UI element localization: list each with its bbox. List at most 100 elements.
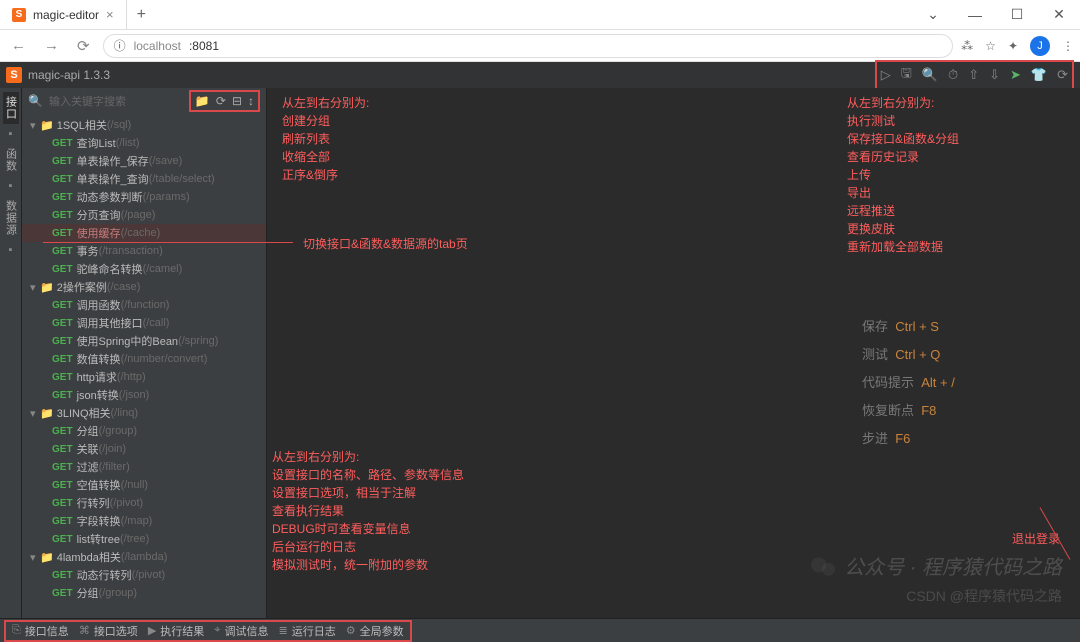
- bottom-tab[interactable]: ≣运行日志: [278, 623, 335, 639]
- back-button[interactable]: ←: [6, 37, 31, 54]
- refresh-icon[interactable]: ⟳: [216, 94, 226, 108]
- ide-titlebar: S magic-api 1.3.3 ▷ 🖫 🔍 ⏱ ⇧ ⇩ ➤ 👕 ⟳: [0, 62, 1080, 88]
- bottom-bar: ⎘接口信息 ⌘接口选项 ▶执行结果 ⌖调试信息 ≣运行日志 ⚙全局参数: [0, 618, 1080, 642]
- tab-icon: ≣: [278, 624, 287, 637]
- browser-titlebar: S magic-editor × + ⌄ — ☐ ✕: [0, 0, 1080, 30]
- tree-item[interactable]: GET事务(/transaction): [22, 242, 266, 260]
- push-icon[interactable]: ➤: [1010, 67, 1021, 83]
- tree-item[interactable]: GET关联(/join): [22, 440, 266, 458]
- tree-toolbar: 📁 ⟳ ⊟ ↕: [189, 90, 260, 112]
- extensions-icon[interactable]: ✦: [1008, 39, 1018, 53]
- tab-icon: ⌖: [214, 624, 220, 637]
- wechat-icon: [810, 555, 836, 577]
- search-input[interactable]: 输入关键字搜索: [49, 93, 183, 109]
- tree-item[interactable]: GET调用其他接口(/call): [22, 314, 266, 332]
- download-icon[interactable]: ⇩: [989, 67, 1000, 83]
- tree-item[interactable]: GET数值转换(/number/convert): [22, 350, 266, 368]
- annotation: 从左到右分别为: 创建分组刷新列表收缩全部正序&倒序: [282, 94, 369, 184]
- ide-root: S magic-api 1.3.3 ▷ 🖫 🔍 ⏱ ⇧ ⇩ ➤ 👕 ⟳ 接口 ▪ 函…: [0, 62, 1080, 642]
- tree-item[interactable]: GET查询List(/list): [22, 134, 266, 152]
- new-tab-button[interactable]: +: [127, 6, 156, 24]
- annotation: 从左到右分别为: 执行测试保存接口&函数&分组查看历史记录上传导出远程推送更换皮…: [847, 94, 959, 256]
- tab-icon: ⎘: [12, 624, 21, 637]
- bottom-tab[interactable]: ⌖调试信息: [214, 623, 268, 639]
- bottom-tab[interactable]: ⎘接口信息: [12, 623, 69, 639]
- tree-item[interactable]: GET空值转换(/null): [22, 476, 266, 494]
- history-icon[interactable]: ⏱: [948, 67, 958, 83]
- tree-item[interactable]: GET动态行转列(/pivot): [22, 566, 266, 584]
- browser-tab[interactable]: S magic-editor ×: [0, 0, 127, 30]
- tab-title: magic-editor: [33, 8, 99, 22]
- tree-folder[interactable]: ▾📁3LINQ相关(/linq): [22, 404, 266, 422]
- forward-button[interactable]: →: [39, 37, 64, 54]
- star-icon[interactable]: ☆: [985, 39, 996, 53]
- close-button[interactable]: ✕: [1038, 0, 1080, 30]
- tree-item[interactable]: GEThttp请求(/http): [22, 368, 266, 386]
- tree-item[interactable]: GET单表操作_查询(/table/select): [22, 170, 266, 188]
- chevron-down-icon[interactable]: ⌄: [912, 0, 954, 30]
- minimize-button[interactable]: —: [954, 0, 996, 30]
- tree-list[interactable]: ▾📁1SQL相关(/sql)GET查询List(/list)GET单表操作_保存…: [22, 114, 266, 618]
- tree-item[interactable]: GET调用函数(/function): [22, 296, 266, 314]
- tree-item[interactable]: GET字段转换(/map): [22, 512, 266, 530]
- folder-icon: ▪: [9, 244, 13, 256]
- menu-icon[interactable]: ⋮: [1062, 39, 1074, 53]
- bottom-tab[interactable]: ▶执行结果: [148, 623, 204, 639]
- editor-area: 从左到右分别为: 创建分组刷新列表收缩全部正序&倒序 切换接口&函数&数据源的t…: [267, 88, 1080, 618]
- side-tab[interactable]: 数据源: [3, 196, 19, 240]
- app-logo: S: [6, 67, 22, 83]
- annotation: 切换接口&函数&数据源的tab页: [303, 235, 468, 253]
- side-tab[interactable]: 函数: [3, 144, 19, 176]
- tree-item[interactable]: GETlist转tree(/tree): [22, 530, 266, 548]
- url-port: :8081: [189, 39, 219, 53]
- tree-item[interactable]: GET过滤(/filter): [22, 458, 266, 476]
- play-icon[interactable]: ▷: [881, 67, 891, 83]
- side-tab[interactable]: 接口: [3, 92, 19, 124]
- folder-icon[interactable]: 📁: [195, 94, 210, 108]
- sort-icon[interactable]: ↕: [248, 94, 254, 108]
- translate-icon[interactable]: ⁂: [961, 39, 973, 53]
- tree-item[interactable]: GET使用Spring中的Bean(/spring): [22, 332, 266, 350]
- collapse-icon[interactable]: ⊟: [232, 94, 242, 108]
- tree-item[interactable]: GET单表操作_保存(/save): [22, 152, 266, 170]
- bottom-tab[interactable]: ⌘接口选项: [79, 623, 138, 639]
- skin-icon[interactable]: 👕: [1031, 67, 1047, 83]
- reload-icon[interactable]: ⟳: [1057, 67, 1068, 83]
- tree-item[interactable]: GET驼峰命名转换(/camel): [22, 260, 266, 278]
- csdn-watermark: CSDN @程序猿代码之路: [906, 586, 1062, 606]
- address-bar: ← → ⟳ ⓘ localhost:8081 ⁂ ☆ ✦ J ⋮: [0, 30, 1080, 62]
- shortcut-hints: 保存 Ctrl + S测试 Ctrl + Q代码提示 Alt + /恢复断点 F…: [862, 313, 955, 453]
- tree-item[interactable]: GET使用缓存(/cache): [22, 224, 266, 242]
- app-title: magic-api 1.3.3: [28, 68, 110, 82]
- upload-icon[interactable]: ⇧: [968, 67, 979, 83]
- tree-item[interactable]: GETjson转换(/json): [22, 386, 266, 404]
- side-tab-strip: 接口▪函数▪数据源▪: [0, 88, 22, 618]
- save-icon[interactable]: 🖫: [901, 64, 912, 86]
- annotation: 退出登录: [1012, 530, 1060, 548]
- tree-item[interactable]: GET分页查询(/page): [22, 206, 266, 224]
- tree-item[interactable]: GET动态参数判断(/params): [22, 188, 266, 206]
- search-icon[interactable]: 🔍: [922, 67, 938, 83]
- profile-avatar[interactable]: J: [1030, 36, 1050, 56]
- tree-panel: 🔍 输入关键字搜索 📁 ⟳ ⊟ ↕ ▾📁1SQL相关(/sql)GET查询Lis…: [22, 88, 267, 618]
- tab-icon: ⚙: [346, 624, 356, 637]
- tree-folder[interactable]: ▾📁4lambda相关(/lambda): [22, 548, 266, 566]
- watermark: 公众号 · 程序猿代码之路: [810, 551, 1062, 580]
- tree-folder[interactable]: ▾📁1SQL相关(/sql): [22, 116, 266, 134]
- arrow-line: [43, 242, 293, 243]
- url-input[interactable]: ⓘ localhost:8081: [103, 34, 954, 58]
- tree-item[interactable]: GET行转列(/pivot): [22, 494, 266, 512]
- bottom-tab[interactable]: ⚙全局参数: [346, 623, 404, 639]
- tree-item[interactable]: GET分组(/group): [22, 584, 266, 602]
- folder-icon: ▪: [9, 128, 13, 140]
- tab-favicon: S: [12, 8, 26, 22]
- maximize-button[interactable]: ☐: [996, 0, 1038, 30]
- close-icon[interactable]: ×: [106, 7, 114, 22]
- search-icon: 🔍: [28, 94, 43, 108]
- tab-icon: ⌘: [79, 624, 90, 637]
- tab-icon: ▶: [148, 624, 156, 637]
- tree-folder[interactable]: ▾📁2操作案例(/case): [22, 278, 266, 296]
- reload-button[interactable]: ⟳: [72, 37, 95, 55]
- top-toolbar: ▷ 🖫 🔍 ⏱ ⇧ ⇩ ➤ 👕 ⟳: [875, 60, 1074, 90]
- tree-item[interactable]: GET分组(/group): [22, 422, 266, 440]
